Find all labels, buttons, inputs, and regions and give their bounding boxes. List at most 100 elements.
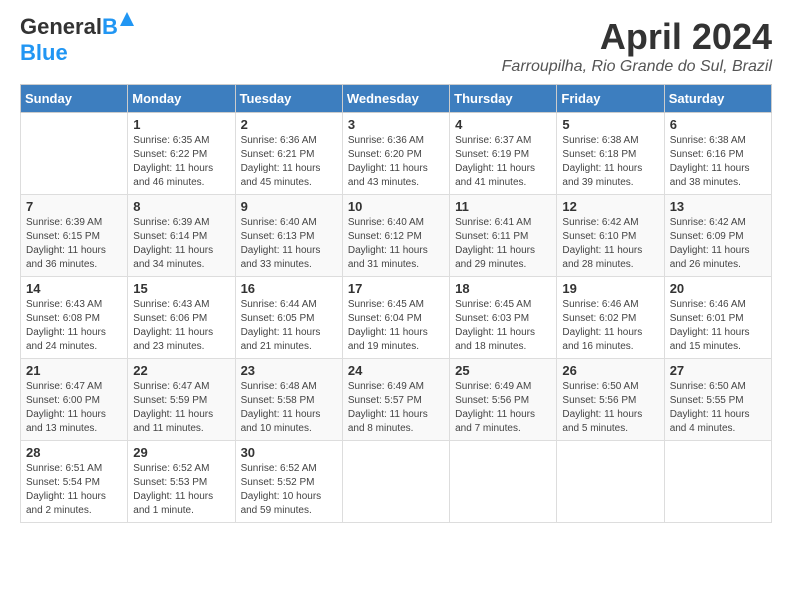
day-number: 27 [670,363,766,378]
calendar-cell: 3Sunrise: 6:36 AM Sunset: 6:20 PM Daylig… [342,113,449,195]
calendar-table: SundayMondayTuesdayWednesdayThursdayFrid… [20,84,772,523]
day-number: 26 [562,363,658,378]
day-info: Sunrise: 6:49 AM Sunset: 5:57 PM Dayligh… [348,380,444,436]
day-number: 19 [562,281,658,296]
header-sunday: Sunday [21,85,128,113]
calendar-cell [342,441,449,523]
day-info: Sunrise: 6:51 AM Sunset: 5:54 PM Dayligh… [26,462,122,518]
calendar-cell: 10 Sunrise: 6:40 AM Sunset: 6:12 PM Dayli… [342,195,449,277]
day-info: Sunrise: 6:42 AM Sunset: 6:10 PM Dayligh… [562,216,658,272]
calendar-cell: 23 Sunrise: 6:48 AM Sunset: 5:58 PM Dayli… [235,359,342,441]
day-info: Sunrise: 6:39 AM Sunset: 6:15 PM Dayligh… [26,216,122,272]
day-number: 12 [562,199,658,214]
day-info: Sunrise: 6:39 AM Sunset: 6:14 PM Dayligh… [133,216,229,272]
calendar-cell: 8 Sunrise: 6:39 AM Sunset: 6:14 PM Daylig… [128,195,235,277]
calendar-cell: 28 Sunrise: 6:51 AM Sunset: 5:54 PM Dayli… [21,441,128,523]
day-number: 25 [455,363,551,378]
day-number: 3 [348,117,444,132]
calendar-week-1: 1 Sunrise: 6:35 AM Sunset: 6:22 PM Daylig… [21,113,772,195]
day-number: 1 [133,117,229,132]
calendar-cell: 19 Sunrise: 6:46 AM Sunset: 6:02 PM Dayli… [557,277,664,359]
day-number: 8 [133,199,229,214]
day-info: Sunrise: 6:49 AM Sunset: 5:56 PM Dayligh… [455,380,551,436]
header: GeneralB Blue April 2024 Farroupilha, Ri… [20,16,772,76]
day-info: Sunrise: 6:42 AM Sunset: 6:09 PM Dayligh… [670,216,766,272]
day-number: 10 [348,199,444,214]
logo-blue: Blue [20,40,68,66]
calendar-week-5: 28 Sunrise: 6:51 AM Sunset: 5:54 PM Dayli… [21,441,772,523]
calendar-cell: 26 Sunrise: 6:50 AM Sunset: 5:56 PM Dayli… [557,359,664,441]
calendar-cell: 29Sunrise: 6:52 AM Sunset: 5:53 PM Dayli… [128,441,235,523]
day-info: Sunrise: 6:35 AM Sunset: 6:22 PM Dayligh… [133,134,229,190]
day-number: 4 [455,117,551,132]
calendar-cell: 30Sunrise: 6:52 AM Sunset: 5:52 PM Dayli… [235,441,342,523]
day-info: Sunrise: 6:43 AM Sunset: 6:06 PM Dayligh… [133,298,229,354]
day-info: Sunrise: 6:50 AM Sunset: 5:56 PM Dayligh… [562,380,658,436]
day-info: Sunrise: 6:40 AM Sunset: 6:12 PM Dayligh… [348,216,444,272]
day-info: Sunrise: 6:48 AM Sunset: 5:58 PM Dayligh… [241,380,337,436]
calendar-cell [21,113,128,195]
day-number: 22 [133,363,229,378]
day-number: 28 [26,445,122,460]
header-thursday: Thursday [450,85,557,113]
day-info: Sunrise: 6:37 AM Sunset: 6:19 PM Dayligh… [455,134,551,190]
calendar-cell: 24 Sunrise: 6:49 AM Sunset: 5:57 PM Dayli… [342,359,449,441]
calendar-header-row: SundayMondayTuesdayWednesdayThursdayFrid… [21,85,772,113]
calendar-cell: 11Sunrise: 6:41 AM Sunset: 6:11 PM Dayli… [450,195,557,277]
header-wednesday: Wednesday [342,85,449,113]
calendar-cell: 25 Sunrise: 6:49 AM Sunset: 5:56 PM Dayli… [450,359,557,441]
header-friday: Friday [557,85,664,113]
calendar-cell: 17 Sunrise: 6:45 AM Sunset: 6:04 PM Dayli… [342,277,449,359]
location: Farroupilha, Rio Grande do Sul, Brazil [502,58,772,76]
calendar-cell: 9Sunrise: 6:40 AM Sunset: 6:13 PM Daylig… [235,195,342,277]
calendar-week-3: 14Sunrise: 6:43 AM Sunset: 6:08 PM Dayli… [21,277,772,359]
day-number: 5 [562,117,658,132]
day-number: 15 [133,281,229,296]
calendar-cell: 7 Sunrise: 6:39 AM Sunset: 6:15 PM Daylig… [21,195,128,277]
logo: GeneralB Blue [20,16,118,66]
calendar-cell: 16Sunrise: 6:44 AM Sunset: 6:05 PM Dayli… [235,277,342,359]
day-info: Sunrise: 6:36 AM Sunset: 6:21 PM Dayligh… [241,134,337,190]
calendar-cell: 14Sunrise: 6:43 AM Sunset: 6:08 PM Dayli… [21,277,128,359]
day-number: 23 [241,363,337,378]
logo-triangle-icon [120,12,134,26]
day-number: 24 [348,363,444,378]
calendar-cell: 18Sunrise: 6:45 AM Sunset: 6:03 PM Dayli… [450,277,557,359]
calendar-cell: 21 Sunrise: 6:47 AM Sunset: 6:00 PM Dayli… [21,359,128,441]
logo-text: GeneralB [20,16,118,38]
day-info: Sunrise: 6:38 AM Sunset: 6:16 PM Dayligh… [670,134,766,190]
day-info: Sunrise: 6:46 AM Sunset: 6:01 PM Dayligh… [670,298,766,354]
calendar-cell: 5 Sunrise: 6:38 AM Sunset: 6:18 PM Daylig… [557,113,664,195]
day-number: 9 [241,199,337,214]
day-number: 18 [455,281,551,296]
calendar-cell: 15 Sunrise: 6:43 AM Sunset: 6:06 PM Dayli… [128,277,235,359]
day-info: Sunrise: 6:46 AM Sunset: 6:02 PM Dayligh… [562,298,658,354]
day-number: 17 [348,281,444,296]
calendar-week-2: 7 Sunrise: 6:39 AM Sunset: 6:15 PM Daylig… [21,195,772,277]
calendar-cell: 12 Sunrise: 6:42 AM Sunset: 6:10 PM Dayli… [557,195,664,277]
day-info: Sunrise: 6:47 AM Sunset: 6:00 PM Dayligh… [26,380,122,436]
header-tuesday: Tuesday [235,85,342,113]
day-info: Sunrise: 6:44 AM Sunset: 6:05 PM Dayligh… [241,298,337,354]
calendar-cell: 20 Sunrise: 6:46 AM Sunset: 6:01 PM Dayli… [664,277,771,359]
day-info: Sunrise: 6:38 AM Sunset: 6:18 PM Dayligh… [562,134,658,190]
day-number: 13 [670,199,766,214]
day-number: 30 [241,445,337,460]
calendar-cell: 22 Sunrise: 6:47 AM Sunset: 5:59 PM Dayli… [128,359,235,441]
calendar-cell: 2Sunrise: 6:36 AM Sunset: 6:21 PM Daylig… [235,113,342,195]
calendar-week-4: 21 Sunrise: 6:47 AM Sunset: 6:00 PM Dayli… [21,359,772,441]
calendar-cell [450,441,557,523]
day-number: 29 [133,445,229,460]
day-number: 21 [26,363,122,378]
day-info: Sunrise: 6:50 AM Sunset: 5:55 PM Dayligh… [670,380,766,436]
header-monday: Monday [128,85,235,113]
calendar-cell: 4 Sunrise: 6:37 AM Sunset: 6:19 PM Daylig… [450,113,557,195]
calendar-cell: 13 Sunrise: 6:42 AM Sunset: 6:09 PM Dayli… [664,195,771,277]
day-number: 7 [26,199,122,214]
day-number: 14 [26,281,122,296]
calendar-cell: 1 Sunrise: 6:35 AM Sunset: 6:22 PM Daylig… [128,113,235,195]
header-saturday: Saturday [664,85,771,113]
day-number: 20 [670,281,766,296]
day-info: Sunrise: 6:47 AM Sunset: 5:59 PM Dayligh… [133,380,229,436]
day-info: Sunrise: 6:45 AM Sunset: 6:04 PM Dayligh… [348,298,444,354]
